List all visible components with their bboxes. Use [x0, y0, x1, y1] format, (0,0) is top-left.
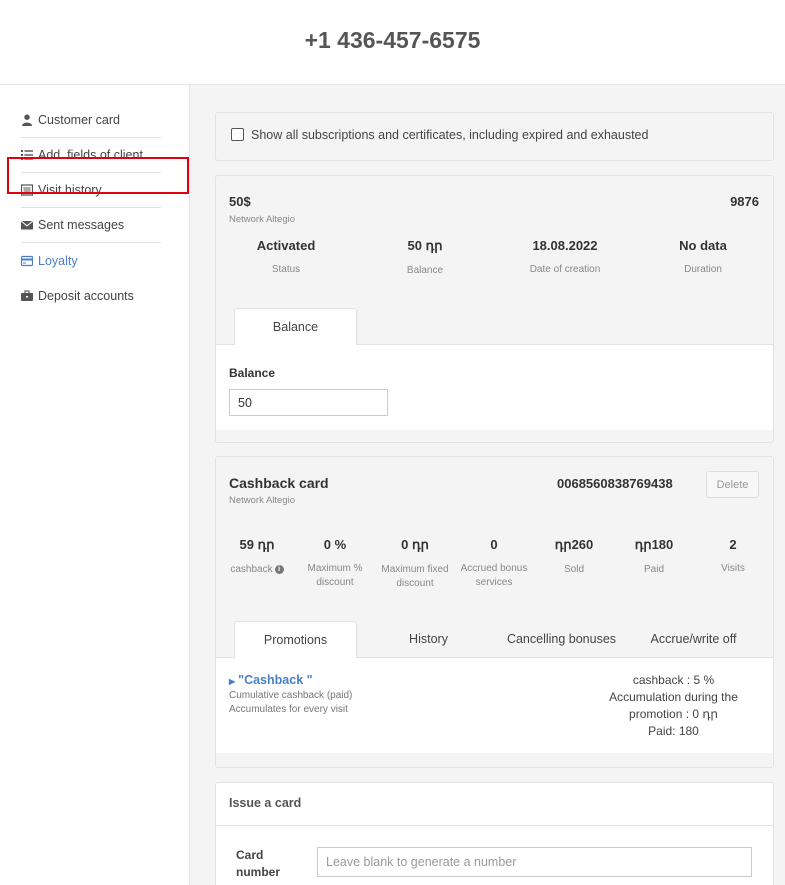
tab-balance[interactable]: Balance	[234, 308, 357, 345]
tab-accrue-write-off[interactable]: Accrue/write off	[632, 621, 755, 657]
stat-cashback: 59 դր cashback i	[222, 537, 292, 577]
sidebar-item-loyalty[interactable]: Loyalty	[20, 243, 161, 278]
stat-duration: No data Duration	[679, 238, 727, 275]
promotion-desc-2: Accumulates for every visit	[229, 704, 348, 715]
sidebar-item-customer-card[interactable]: Customer card	[21, 103, 161, 138]
briefcase-icon	[21, 289, 33, 302]
promotion-desc-1: Cumulative cashback (paid)	[229, 690, 353, 701]
issue-card-panel: Issue a card Card number Leave blank to …	[215, 782, 774, 885]
stat-date-of-creation: 18.08.2022 Date of creation	[529, 238, 601, 275]
stat-max-fixed-discount: 0 դր Maximum fixed discount	[381, 537, 449, 589]
sidebar-item-deposit-accounts[interactable]: Deposit accounts	[21, 278, 161, 313]
sidebar: Customer card Add. fields of client Visi…	[0, 85, 190, 885]
tab-cancelling-bonuses[interactable]: Cancelling bonuses	[500, 621, 623, 657]
balance-input[interactable]: 50	[229, 389, 388, 416]
stat-status: Activated Status	[256, 238, 316, 275]
promotion-details: cashback : 5 % Accumulation during the p…	[609, 673, 738, 738]
balance-field-label: Balance	[229, 366, 276, 380]
subscription-title: 50$	[229, 194, 251, 209]
subscription-number: 9876	[730, 194, 759, 209]
subscription-network: Network Altegio	[229, 214, 296, 225]
show-all-label[interactable]: Show all subscriptions and certificates,…	[251, 128, 648, 142]
envelope-icon	[20, 219, 34, 231]
cashback-title: Cashback card	[229, 475, 329, 491]
sidebar-item-sent-messages[interactable]: Sent messages	[20, 208, 161, 243]
stat-paid: դր180 Paid	[634, 537, 674, 575]
tab-history[interactable]: History	[367, 621, 490, 657]
delete-button[interactable]: Delete	[706, 471, 759, 498]
stat-sold: դր260 Sold	[554, 537, 594, 575]
card-number-label: Card number	[236, 848, 281, 879]
sidebar-item-label: Sent messages	[38, 218, 125, 232]
show-all-checkbox[interactable]	[231, 128, 244, 141]
stat-balance: 50 դր Balance	[406, 238, 444, 276]
promotions-tab-content: ▶ "Cashback " Cumulative cashback (paid) …	[216, 657, 773, 753]
cashback-card-number: 0068560838769438	[557, 476, 673, 491]
stat-visits: 2 Visits	[721, 537, 745, 574]
issue-divider	[216, 825, 773, 826]
tab-promotions[interactable]: Promotions	[234, 621, 357, 658]
sidebar-item-label: Loyalty	[38, 253, 78, 268]
caret-right-icon: ▶	[229, 677, 236, 686]
cashback-network: Network Altegio	[229, 495, 296, 506]
issue-card-title: Issue a card	[229, 796, 302, 810]
info-icon[interactable]: i	[274, 564, 284, 574]
card-number-input[interactable]: Leave blank to generate a number	[317, 847, 752, 877]
stat-max-percent-discount: 0 % Maximum % discount	[307, 537, 363, 588]
subscription-card: 50$ Network Altegio 9876 Activated Status…	[215, 175, 774, 443]
filter-panel: Show all subscriptions and certificates,…	[215, 112, 774, 161]
sidebar-item-label: Deposit accounts	[38, 288, 134, 303]
user-icon	[21, 114, 33, 126]
stat-accrued-bonus-services: 0 Accrued bonus services	[460, 537, 528, 588]
promotion-name[interactable]: ▶ "Cashback "	[229, 673, 313, 687]
loyalty-highlight-box	[7, 157, 189, 194]
client-phone: +1 436-457-6575	[304, 27, 481, 53]
cashback-card: Cashback card Network Altegio 0068560838…	[215, 456, 774, 768]
header: +1 436-457-6575	[0, 0, 785, 85]
main-content: Show all subscriptions and certificates,…	[190, 85, 785, 885]
balance-tab-content: Balance 50	[216, 344, 773, 430]
credit-card-icon	[20, 255, 34, 267]
sidebar-item-label: Customer card	[38, 113, 120, 127]
